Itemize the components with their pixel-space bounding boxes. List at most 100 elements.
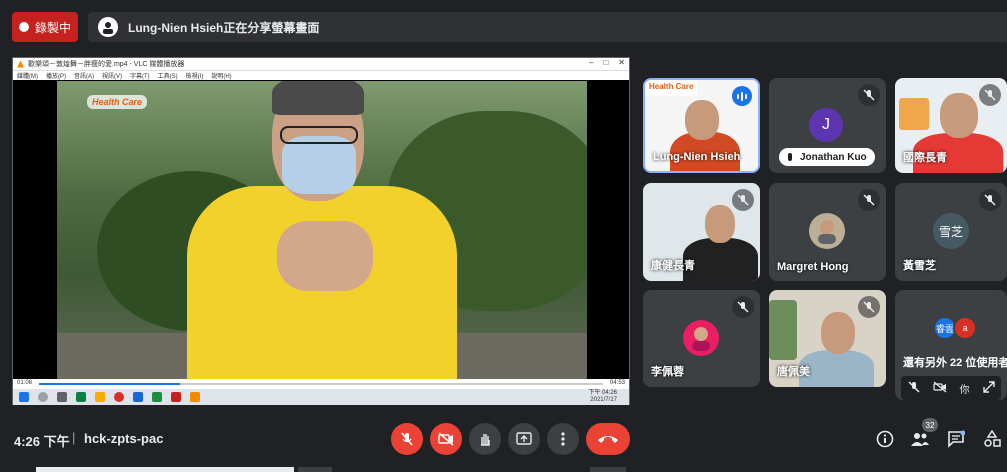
vlc-title: 歡樂頌－敦煌舞－胖瘦的愛.mp4 - VLC 媒體播放器 bbox=[28, 61, 185, 68]
meeting-time: 4:26 下午 bbox=[14, 434, 70, 449]
hands bbox=[277, 221, 373, 291]
recording-label: 錄製中 bbox=[34, 20, 71, 35]
more-participants-tile[interactable]: 睿雲 a 還有另外 22 位使用者 你 bbox=[895, 290, 1007, 400]
video-frame: Health Care bbox=[57, 81, 587, 403]
search-icon bbox=[38, 392, 48, 402]
window-buttons: – □ ✕ bbox=[589, 58, 625, 67]
participant-tile-jonathan[interactable]: J Jonathan Kuo bbox=[769, 78, 886, 173]
vlc-menu-item[interactable]: 媒體(M) bbox=[17, 71, 38, 80]
more-options-button[interactable] bbox=[547, 423, 579, 455]
speaking-indicator-icon bbox=[732, 86, 752, 106]
head bbox=[705, 205, 735, 243]
participant-name-chip: Jonathan Kuo bbox=[779, 148, 875, 166]
vlc-menu-item[interactable]: 檢視(I) bbox=[186, 71, 204, 80]
head bbox=[685, 100, 719, 140]
mic-toggle-button[interactable] bbox=[391, 423, 423, 455]
presenter-avatar bbox=[98, 17, 118, 37]
bottom-strip bbox=[298, 467, 332, 472]
plant bbox=[769, 300, 797, 360]
participant-name: 康健長青 bbox=[651, 260, 695, 272]
participant-tile-4[interactable]: 康健長青 bbox=[643, 183, 760, 281]
phone-hangup-icon bbox=[598, 436, 618, 443]
presenting-text: Lung-Nien Hsieh正在分享螢幕畫面 bbox=[128, 20, 320, 35]
participant-tile-huang[interactable]: 雪芝 黃雪芝 bbox=[895, 183, 1007, 281]
vlc-menu-item[interactable]: 播放(P) bbox=[46, 71, 66, 80]
participant-name: 國際長青 bbox=[903, 152, 947, 164]
recording-button[interactable]: 錄製中 bbox=[12, 12, 78, 42]
camera-off-icon bbox=[438, 432, 454, 446]
raise-hand-button[interactable] bbox=[469, 423, 501, 455]
seek-progress bbox=[39, 383, 180, 385]
minimize-icon: – bbox=[589, 58, 594, 67]
vlc-menu-item[interactable]: 視訊(V) bbox=[102, 71, 122, 80]
expand-icon[interactable] bbox=[982, 380, 995, 396]
bottom-strip bbox=[36, 467, 294, 472]
shirt bbox=[799, 350, 874, 387]
vlc-seekbar[interactable]: 01:08 04:53 bbox=[13, 379, 629, 389]
camera-toggle-button[interactable] bbox=[430, 423, 462, 455]
mic-off-icon bbox=[979, 84, 1001, 106]
chrome-icon bbox=[114, 392, 124, 402]
people-button[interactable] bbox=[910, 429, 930, 449]
vlc-cone-icon bbox=[17, 60, 24, 68]
seek-track[interactable] bbox=[39, 383, 603, 385]
powerpoint-icon bbox=[171, 392, 181, 402]
participant-avatar-photo bbox=[809, 213, 845, 249]
activities-button[interactable] bbox=[982, 429, 1002, 449]
health-care-logo: Health Care bbox=[87, 95, 148, 109]
record-icon bbox=[18, 22, 29, 32]
presenting-banner: Lung-Nien Hsieh正在分享螢幕畫面 bbox=[88, 12, 1007, 42]
taskbar-clock: 下午 04:26 2021/7/17 bbox=[588, 390, 617, 404]
elapsed-time: 01:08 bbox=[17, 380, 33, 386]
taskbar-time: 下午 04:26 bbox=[588, 390, 617, 396]
windows-taskbar: 下午 04:26 2021/7/17 bbox=[13, 389, 629, 405]
vlc-menu-item[interactable]: 音訊(A) bbox=[74, 71, 94, 80]
head bbox=[940, 93, 978, 138]
participant-tile-3[interactable]: 國際長青 bbox=[895, 78, 1007, 173]
info-icon bbox=[876, 430, 894, 448]
bottom-strip bbox=[590, 467, 626, 472]
participant-name: 黃雪芝 bbox=[903, 260, 936, 272]
glasses bbox=[280, 126, 358, 144]
self-mic-off-icon[interactable] bbox=[907, 380, 920, 396]
word-icon bbox=[133, 392, 143, 402]
leave-call-button[interactable] bbox=[586, 423, 630, 455]
raised-hand-icon bbox=[788, 153, 792, 161]
mini-avatar: a bbox=[953, 316, 977, 340]
vlc-menubar: 媒體(M) 播放(P) 音訊(A) 視訊(V) 字幕(T) 工具(S) 檢視(I) 說明(H) bbox=[13, 70, 629, 80]
vlc-taskbar-icon bbox=[190, 392, 200, 402]
self-label: 你 bbox=[959, 384, 970, 396]
close-icon: ✕ bbox=[618, 58, 625, 67]
participant-tile-li[interactable]: 李佩蓉 bbox=[643, 290, 760, 387]
meeting-code[interactable]: hck-zpts-pac bbox=[84, 431, 163, 446]
maximize-icon: □ bbox=[603, 58, 609, 67]
presenter-figure bbox=[187, 81, 457, 403]
meet-window: 錄製中 Lung-Nien Hsieh正在分享螢幕畫面 歡樂頌－敦煌舞－胖瘦的愛… bbox=[0, 0, 1007, 472]
face-mask bbox=[282, 136, 356, 194]
more-participants-text: 還有另外 22 位使用者 bbox=[903, 357, 1007, 369]
meeting-details-button[interactable] bbox=[875, 429, 895, 449]
windows-icon bbox=[19, 392, 29, 402]
vlc-menu-item[interactable]: 字幕(T) bbox=[130, 71, 150, 80]
vlc-menu-item[interactable]: 工具(S) bbox=[158, 71, 178, 80]
participant-tile-margret[interactable]: Margret Hong bbox=[769, 183, 886, 281]
vlc-menu-item[interactable]: 說明(H) bbox=[211, 71, 231, 80]
screen-share[interactable]: 歡樂頌－敦煌舞－胖瘦的愛.mp4 - VLC 媒體播放器 – □ ✕ 媒體(M)… bbox=[12, 57, 630, 405]
hand-icon bbox=[481, 434, 490, 446]
self-camera-off-icon[interactable] bbox=[932, 381, 947, 396]
participant-tile-lung-nien[interactable]: Health Care Lung-Nien Hsieh bbox=[643, 78, 760, 173]
more-avatars: 睿雲 a bbox=[933, 316, 977, 340]
participant-name: Jonathan Kuo bbox=[800, 151, 867, 163]
people-icon bbox=[911, 433, 929, 446]
mic-off-icon bbox=[979, 189, 1001, 211]
participant-name: Lung-Nien Hsieh bbox=[653, 151, 741, 163]
participant-tile-tang[interactable]: 唐佩美 bbox=[769, 290, 886, 387]
more-vert-icon bbox=[561, 432, 565, 446]
edge-icon bbox=[76, 392, 86, 402]
present-screen-button[interactable] bbox=[508, 423, 540, 455]
participant-name: 唐佩美 bbox=[777, 366, 810, 378]
chat-button[interactable] bbox=[946, 429, 966, 449]
mic-off-icon bbox=[732, 296, 754, 318]
separator: | bbox=[72, 430, 76, 445]
total-time: 04:53 bbox=[609, 380, 625, 386]
